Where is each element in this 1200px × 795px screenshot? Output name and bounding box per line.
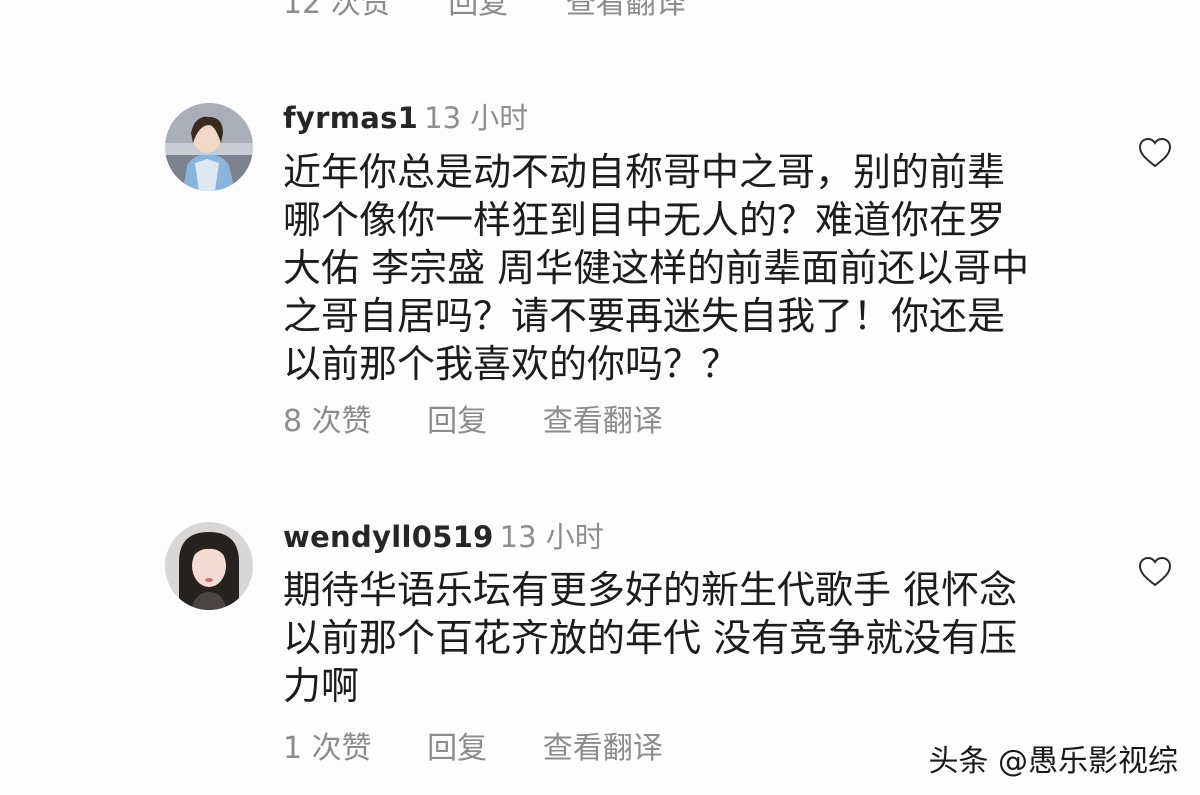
comment-line: 近年你总是动不动自称哥中之哥，别的前辈 — [283, 150, 1006, 194]
avatar[interactable] — [165, 522, 253, 610]
avatar[interactable] — [165, 103, 253, 191]
comment-line: 以前那个我喜欢的你吗？？ — [283, 342, 740, 386]
username[interactable]: fyrmas1 — [283, 101, 418, 135]
translate-button[interactable]: 查看翻译 — [543, 407, 663, 437]
comment-actions: 1 次赞 回复 查看翻译 — [283, 734, 663, 764]
comment-text: 期待华语乐坛有更多好的新生代歌手 很怀念 以前那个百花齐放的年代 没有竞争就没有… — [283, 566, 1073, 710]
translate-button[interactable]: 查看翻译 — [543, 734, 663, 764]
translate-button[interactable]: 查看翻译 — [566, 0, 686, 21]
previous-comment-actions: 12 次赞 回复 查看翻译 — [283, 0, 686, 22]
comment-actions: 8 次赞 回复 查看翻译 — [283, 407, 663, 437]
comment-line: 力啊 — [283, 664, 360, 708]
like-count[interactable]: 8 次赞 — [283, 407, 372, 437]
username[interactable]: wendyll0519 — [283, 520, 494, 554]
comment-text: 近年你总是动不动自称哥中之哥，别的前辈 哪个像你一样狂到目中无人的？难道你在罗 … — [283, 148, 1073, 388]
watermark: 头条 @愚乐影视综 — [928, 744, 1178, 779]
timestamp: 13 小时 — [424, 101, 529, 135]
reply-button[interactable]: 回复 — [448, 0, 508, 21]
like-count[interactable]: 1 次赞 — [283, 734, 372, 764]
comment-line: 哪个像你一样狂到目中无人的？难道你在罗 — [283, 198, 1006, 242]
like-count[interactable]: 12 次赞 — [283, 0, 391, 21]
reply-button[interactable]: 回复 — [427, 407, 487, 437]
reply-button[interactable]: 回复 — [427, 734, 487, 764]
timestamp: 13 小时 — [499, 520, 604, 554]
heart-outline-icon[interactable] — [1138, 137, 1172, 169]
comment-line: 期待华语乐坛有更多好的新生代歌手 很怀念 — [283, 568, 1018, 612]
comment-line: 以前那个百花齐放的年代 没有竞争就没有压 — [283, 616, 1018, 660]
comment-line: 之哥自居吗？请不要再迷失自我了！你还是 — [283, 294, 1006, 338]
comment-line: 大佑 李宗盛 周华健这样的前辈面前还以哥中 — [283, 246, 1030, 290]
heart-outline-icon[interactable] — [1138, 556, 1172, 588]
